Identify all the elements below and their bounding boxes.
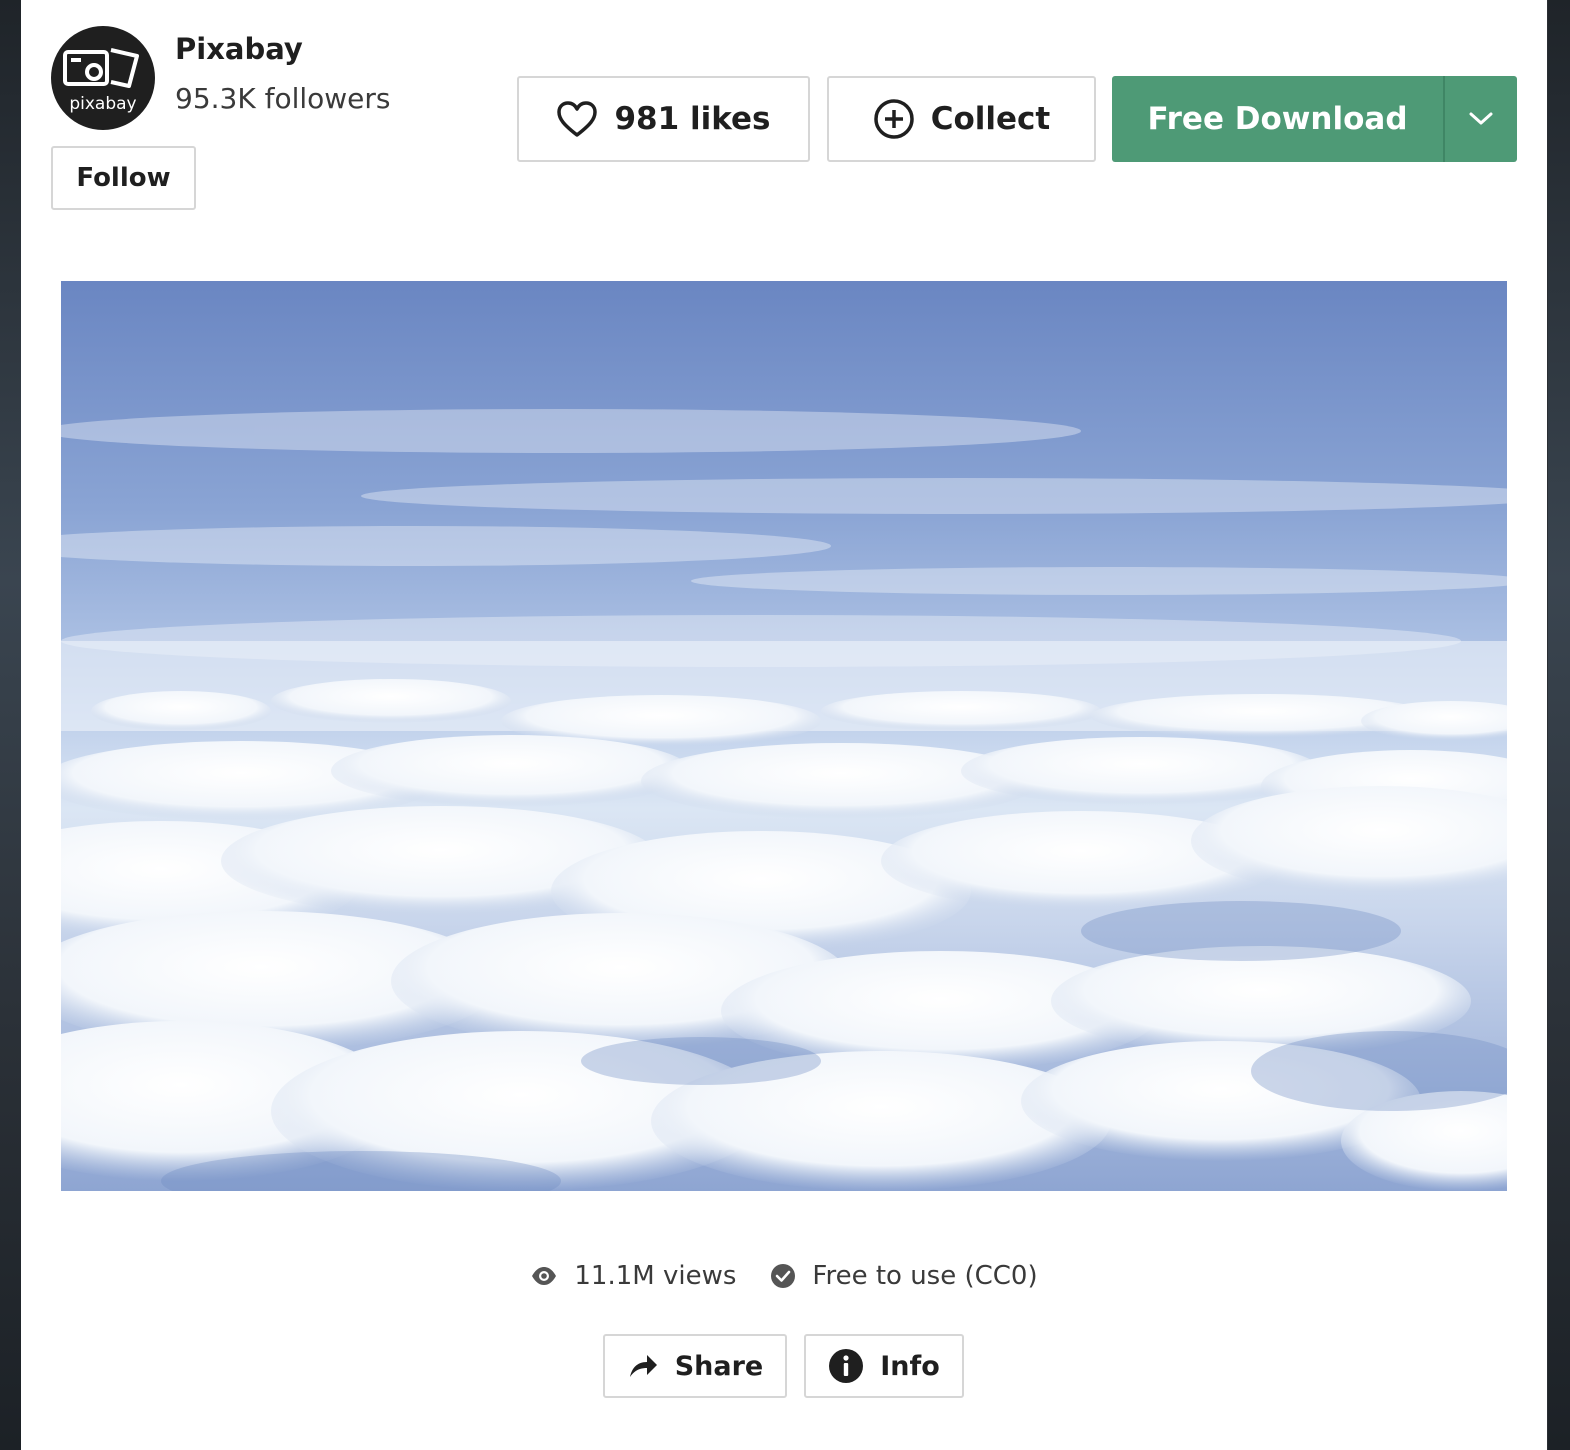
license-stat[interactable]: Free to use (CC0) bbox=[770, 1261, 1038, 1291]
like-button[interactable]: 981 likes bbox=[517, 76, 810, 162]
views-count: 11.1M views bbox=[574, 1261, 737, 1291]
camera-logo-icon: pixabay bbox=[63, 48, 139, 114]
author-followers: 95.3K followers bbox=[175, 82, 391, 115]
share-button[interactable]: Share bbox=[603, 1334, 787, 1398]
info-label: Info bbox=[880, 1350, 940, 1382]
main-photo[interactable] bbox=[61, 281, 1507, 1191]
image-detail-modal: pixabay Pixabay 95.3K followers Follow 9… bbox=[21, 0, 1547, 1450]
cloud-landscape-image bbox=[61, 281, 1507, 1191]
info-button[interactable]: Info bbox=[804, 1334, 964, 1398]
free-download-button[interactable]: Free Download bbox=[1112, 76, 1443, 162]
download-options-button[interactable] bbox=[1443, 76, 1517, 162]
author-avatar[interactable]: pixabay bbox=[51, 26, 155, 130]
backdrop-left bbox=[0, 0, 22, 1450]
info-icon bbox=[829, 1349, 864, 1383]
free-download-label: Free Download bbox=[1147, 101, 1408, 137]
follow-button-label: Follow bbox=[76, 163, 171, 193]
avatar-logo-text: pixabay bbox=[69, 94, 136, 114]
eye-icon bbox=[532, 1267, 557, 1285]
plus-circle-icon bbox=[873, 99, 914, 139]
check-circle-icon bbox=[771, 1264, 796, 1288]
share-label: Share bbox=[674, 1350, 764, 1382]
follow-button[interactable]: Follow bbox=[51, 146, 196, 210]
backdrop-right bbox=[1548, 0, 1570, 1450]
collect-label: Collect bbox=[930, 101, 1051, 137]
likes-count-label: 981 likes bbox=[614, 101, 771, 137]
image-stats: 11.1M views Free to use (CC0) bbox=[21, 1256, 1547, 1296]
license-label: Free to use (CC0) bbox=[812, 1261, 1038, 1291]
collect-button[interactable]: Collect bbox=[827, 76, 1096, 162]
author-name[interactable]: Pixabay bbox=[175, 32, 303, 66]
heart-icon bbox=[557, 101, 598, 137]
views-stat: 11.1M views bbox=[530, 1261, 736, 1291]
share-arrow-icon bbox=[629, 1355, 657, 1377]
chevron-down-icon bbox=[1469, 112, 1493, 125]
